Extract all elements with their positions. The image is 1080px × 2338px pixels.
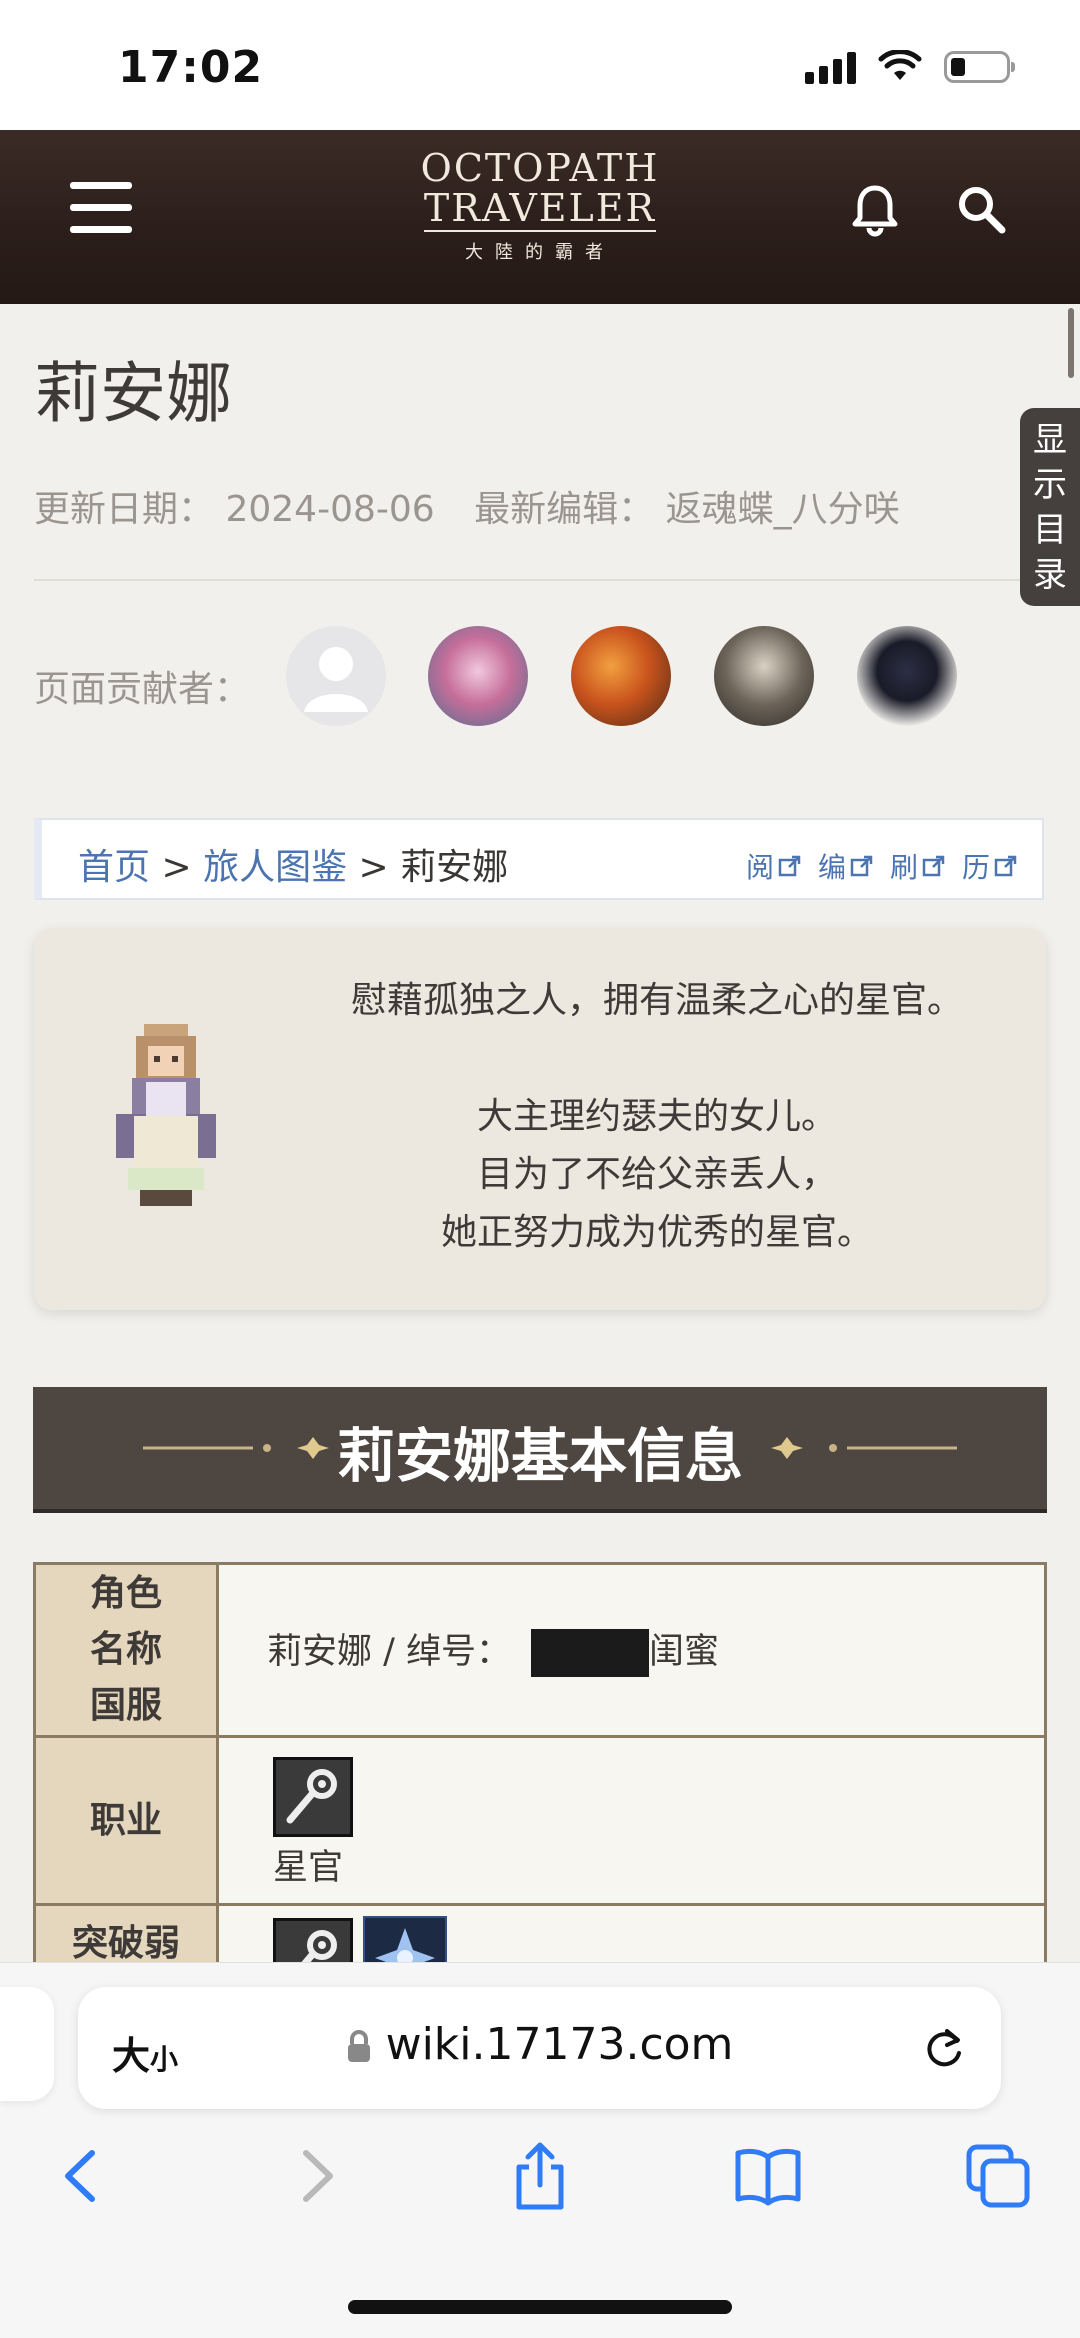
reload-icon[interactable]	[921, 2023, 967, 2071]
history-action[interactable]: 历	[962, 846, 1018, 886]
bell-icon[interactable]	[845, 180, 905, 240]
avatar[interactable]	[714, 626, 814, 726]
toc-toggle-button[interactable]: 显示目录	[1020, 408, 1080, 606]
refresh-action[interactable]: 刷	[890, 846, 946, 886]
update-date: 2024-08-06	[225, 489, 435, 530]
read-action[interactable]: 阅	[746, 846, 802, 886]
row-label-name-text: 角色名称国服	[89, 1573, 162, 1726]
breadcrumb: 首页 > 旅人图鉴 > 莉安娜 阅 编 刷 历	[34, 818, 1044, 900]
avatar[interactable]	[571, 626, 671, 726]
browser-bottom-bar: 大小 wiki.17173.com	[0, 1962, 1080, 2338]
breadcrumb-trail: 首页 > 旅人图鉴 > 莉安娜	[78, 838, 508, 890]
site-header: OCTOPATH TRAVELER 大陸的霸者	[0, 130, 1080, 304]
external-link-icon	[922, 855, 945, 877]
hamburger-menu-icon[interactable]	[70, 182, 132, 234]
status-bar: 17:02	[0, 0, 1080, 130]
site-logo[interactable]: OCTOPATH TRAVELER 大陸的霸者	[420, 148, 660, 264]
wifi-icon	[878, 50, 922, 80]
row-label-name: 角色名称国服	[33, 1562, 219, 1738]
page-actions: 阅 编 刷 历	[746, 846, 1018, 886]
battery-icon	[944, 51, 1015, 83]
breadcrumb-separator: >	[347, 847, 401, 888]
page-title: 莉安娜	[34, 355, 232, 432]
avatar[interactable]	[428, 626, 528, 726]
breadcrumb-section-link[interactable]: 旅人图鉴	[203, 847, 347, 888]
external-link-icon	[850, 855, 873, 877]
contributors-label: 页面贡献者：	[34, 669, 251, 710]
avatar[interactable]	[857, 626, 957, 726]
refresh-action-label: 刷	[889, 851, 918, 884]
name-value: 莉安娜 / 绰号：	[267, 1632, 512, 1672]
history-action-label: 历	[961, 851, 990, 884]
search-icon[interactable]	[952, 180, 1012, 240]
ornament-right-icon	[771, 1437, 957, 1459]
intro-line: 慰藉孤独之人，拥有温柔之心的星官。	[350, 980, 963, 1021]
page-meta: 更新日期： 2024-08-06 最新编辑： 返魂蝶_八分咲	[34, 480, 900, 532]
share-icon[interactable]	[505, 2141, 575, 2211]
back-icon[interactable]	[48, 2141, 118, 2211]
status-time: 17:02	[118, 42, 264, 93]
edit-action-label: 编	[817, 851, 846, 884]
breadcrumb-current: 莉安娜	[400, 847, 509, 888]
address-bar[interactable]: 大小 wiki.17173.com	[78, 1987, 1001, 2109]
job-name: 星官	[273, 1848, 344, 1888]
logo-line1: OCTOPATH	[420, 146, 660, 190]
logo-line3: 大陸的霸者	[465, 242, 615, 263]
forward-icon[interactable]	[280, 2141, 350, 2211]
editor-label: 最新编辑：	[474, 489, 655, 530]
intro-text: 慰藉孤独之人，拥有温柔之心的星官。 大主理约瑟夫的女儿。 目为了不给父亲丢人， …	[292, 972, 1022, 1262]
home-indicator[interactable]	[348, 2300, 732, 2314]
edit-action[interactable]: 编	[818, 846, 874, 886]
row-value-job: 星官	[216, 1735, 1047, 1906]
table-row: 角色名称国服 莉安娜 / 绰号： 闺蜜	[33, 1562, 1047, 1738]
table-row: 职业 星官	[33, 1735, 1047, 1906]
external-link-icon	[778, 855, 801, 877]
cleric-job-icon[interactable]	[273, 1757, 353, 1837]
breadcrumb-separator: >	[150, 847, 204, 888]
character-intro-card: 慰藉孤独之人，拥有温柔之心的星官。 大主理约瑟夫的女儿。 目为了不给父亲丢人， …	[34, 928, 1046, 1310]
external-link-icon	[994, 855, 1017, 877]
row-label-job: 职业	[33, 1735, 219, 1906]
divider	[34, 579, 1044, 581]
intro-line: 她正努力成为优秀的星官。	[440, 1212, 873, 1253]
url-display[interactable]: wiki.17173.com	[78, 2019, 1001, 2070]
redacted-block	[531, 1629, 650, 1677]
cellular-signal-icon	[805, 50, 856, 84]
character-sprite	[116, 1024, 216, 1206]
logo-line2: TRAVELER	[423, 186, 657, 232]
bookmarks-icon[interactable]	[733, 2141, 803, 2211]
browser-toolbar	[0, 2141, 1080, 2221]
page-scrollbar[interactable]	[1068, 308, 1074, 378]
status-icons	[805, 50, 1015, 84]
row-value-name: 莉安娜 / 绰号： 闺蜜	[216, 1562, 1047, 1738]
url-text: wiki.17173.com	[385, 2019, 734, 2070]
intro-line: 大主理约瑟夫的女儿。	[476, 1096, 837, 1137]
lock-icon	[347, 2030, 370, 2062]
avatar[interactable]	[286, 626, 386, 726]
previous-tab-preview[interactable]	[0, 1987, 54, 2101]
intro-line: 目为了不给父亲丢人，	[476, 1154, 837, 1195]
section-banner: 莉安娜基本信息	[33, 1387, 1047, 1513]
breadcrumb-home-link[interactable]: 首页	[78, 847, 150, 888]
nickname-value: 闺蜜	[649, 1632, 720, 1672]
tabs-icon[interactable]	[963, 2141, 1033, 2211]
toc-tab-label: 显示目录	[1033, 420, 1067, 595]
editor-name[interactable]: 返魂蝶_八分咲	[666, 489, 900, 530]
update-label: 更新日期：	[34, 489, 215, 530]
read-action-label: 阅	[745, 851, 774, 884]
